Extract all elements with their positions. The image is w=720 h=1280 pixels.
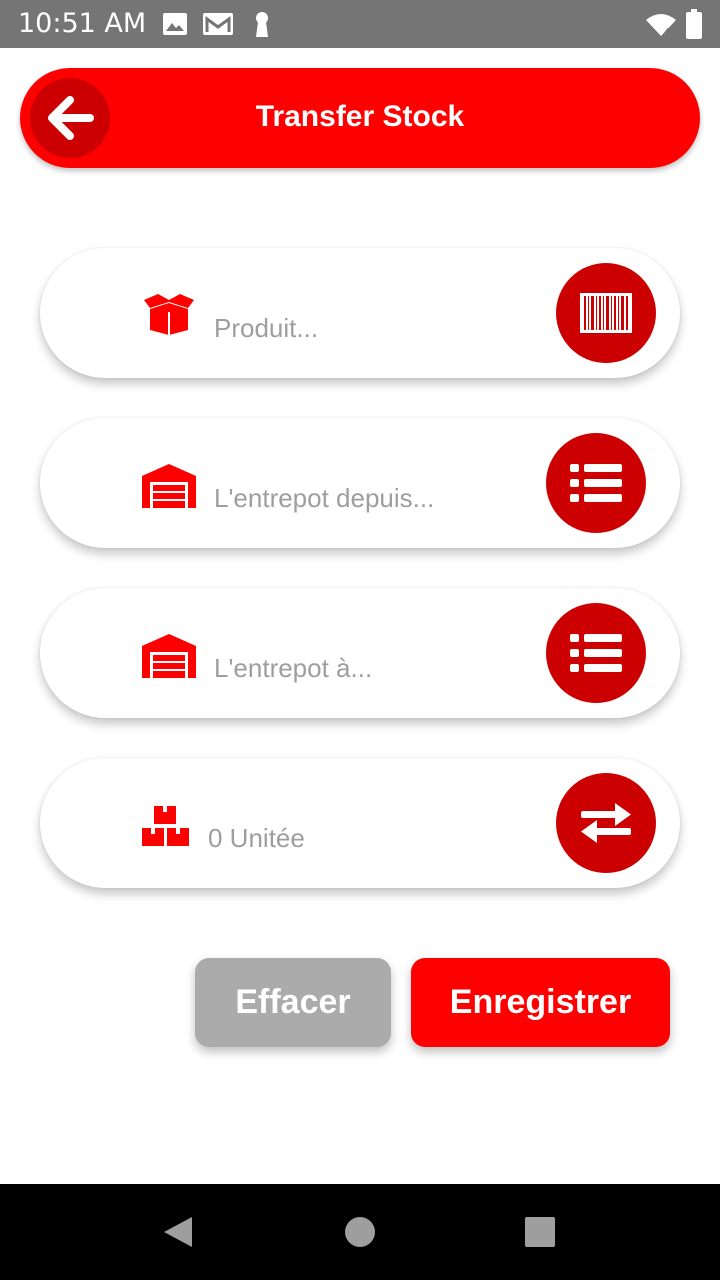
- warehouse-to-field: [40, 588, 680, 718]
- svg-text:4: 4: [664, 27, 670, 36]
- box-icon: [144, 294, 194, 335]
- gmail-icon: [203, 13, 233, 35]
- quantity-input[interactable]: [208, 818, 528, 858]
- status-bar: 10:51 AM 4: [0, 0, 720, 48]
- keyhole-icon: [256, 12, 268, 37]
- warehouse-to-list-button[interactable]: [546, 603, 646, 703]
- back-triangle-icon: [164, 1217, 192, 1247]
- status-time: 10:51 AM: [18, 8, 147, 39]
- image-icon: [163, 13, 187, 35]
- wifi-icon: 4: [646, 14, 676, 36]
- transfer-icon: [581, 803, 631, 843]
- quantity-field: [40, 758, 680, 888]
- nav-home-button[interactable]: [312, 1184, 408, 1280]
- save-button[interactable]: Enregistrer: [411, 958, 670, 1047]
- transfer-button[interactable]: [556, 773, 656, 873]
- scan-barcode-button[interactable]: [556, 263, 656, 363]
- barcode-icon: [580, 293, 632, 333]
- product-input[interactable]: [214, 308, 534, 348]
- warehouse-from-input[interactable]: [214, 478, 534, 518]
- app-header: Transfer Stock: [20, 68, 700, 168]
- page-title: Transfer Stock: [255, 100, 465, 133]
- product-field: [40, 248, 680, 378]
- nav-back-button[interactable]: [130, 1184, 226, 1280]
- recents-square-icon: [525, 1217, 555, 1247]
- warehouse-to-input[interactable]: [214, 648, 534, 688]
- warehouse-icon: [142, 464, 196, 508]
- clear-button[interactable]: Effacer: [195, 958, 391, 1047]
- nav-recents-button[interactable]: [492, 1184, 588, 1280]
- home-circle-icon: [345, 1217, 375, 1247]
- warehouse-from-field: [40, 418, 680, 548]
- system-nav-bar: [0, 1184, 720, 1280]
- list-icon: [570, 634, 622, 672]
- boxes-icon: [142, 806, 189, 846]
- warehouse-from-list-button[interactable]: [546, 433, 646, 533]
- battery-icon: [686, 9, 702, 39]
- warehouse-icon: [142, 634, 196, 678]
- list-icon: [570, 464, 622, 502]
